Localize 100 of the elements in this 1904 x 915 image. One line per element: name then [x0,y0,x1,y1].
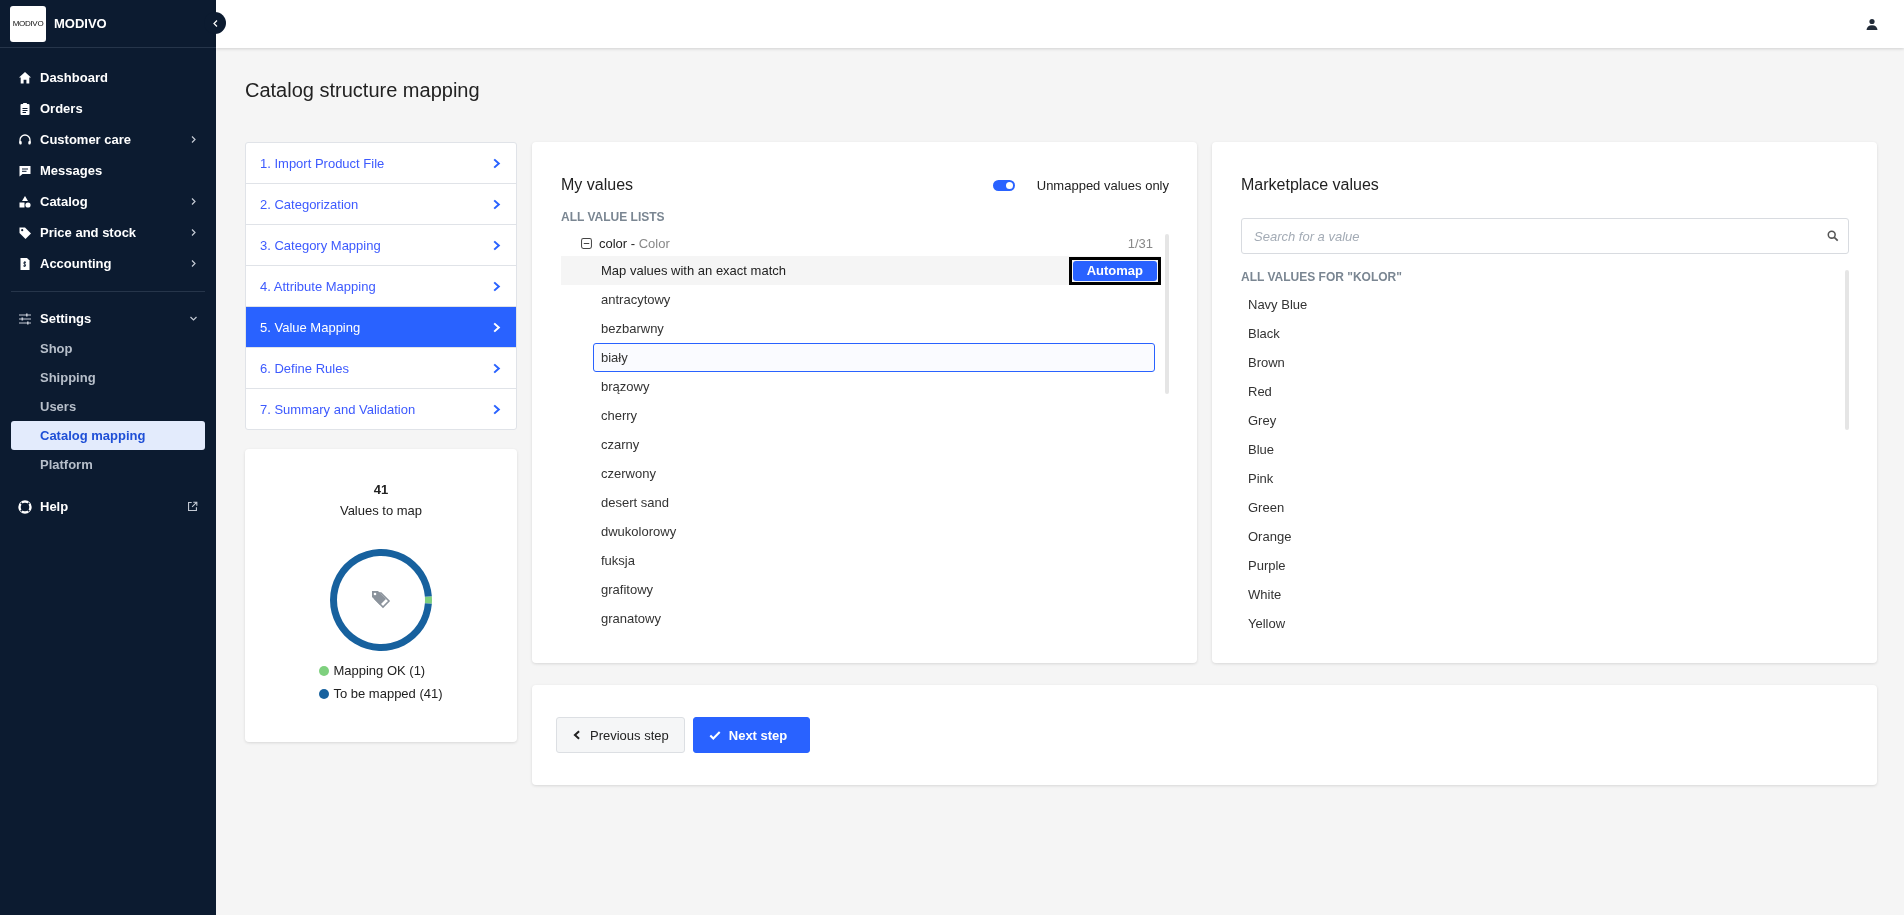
value-item[interactable]: Yellow [1241,609,1845,638]
settings-item[interactable]: Settings [0,303,216,334]
legend-label: Mapping OK (1) [333,663,426,678]
nav-item[interactable]: Catalog [0,186,216,217]
value-item[interactable]: bezbarwny [561,314,1165,343]
section-label: ALL VALUES FOR "KOLOR" [1241,270,1403,286]
group-count: 1/31 [1127,235,1154,251]
chevron-right-icon [491,280,502,292]
search-icon [1827,230,1839,242]
value-item[interactable]: antracytowy [561,285,1165,314]
value-item[interactable]: Pink [1241,464,1845,493]
step-link[interactable]: 1. Import Product File [246,143,516,184]
group-name[interactable]: color - Color [599,235,1121,251]
value-item[interactable]: grafitowy [561,575,1165,604]
invoice-icon [18,256,32,271]
nav-item[interactable]: Price and stock [0,217,216,248]
toggle-switch[interactable] [992,179,1015,191]
nav-item[interactable]: Customer care [0,124,216,155]
count-value: 41 [373,482,389,497]
nav-subitem[interactable]: Catalog mapping [11,421,205,450]
chevron-right-icon [491,157,502,169]
nav-label: Help [40,499,70,514]
legend-label: To be mapped (41) [333,686,443,701]
nav-item[interactable]: Accounting [0,248,216,279]
value-item[interactable]: White [1241,580,1845,609]
value-item[interactable]: dwukolorowy [561,517,1165,546]
value-item[interactable]: cherry [561,401,1165,430]
nav-label: Accounting [40,256,113,271]
next-step-button[interactable]: Next step [692,717,811,753]
value-item[interactable]: Red [1241,377,1845,406]
count-caption: Values to map [339,503,423,518]
sliders-icon [18,311,32,326]
value-item[interactable]: brązowy [561,372,1165,401]
chevron-right-icon [491,239,502,251]
logo-text: MODIVO [12,19,44,28]
step-link[interactable]: 6. Define Rules [246,348,516,389]
value-item[interactable]: Black [1241,319,1845,348]
chevron-left-icon [572,730,582,740]
brand-name: MODIVO [54,16,107,31]
value-item[interactable]: Blue [1241,435,1845,464]
automap-text: Map values with an exact match [601,263,786,278]
previous-step-button[interactable]: Previous step [556,717,685,753]
nav-item[interactable]: Dashboard [0,62,216,93]
check-icon [708,729,721,741]
value-item[interactable]: fuksja [561,546,1165,575]
nav-subitem[interactable]: Platform [11,450,205,479]
step-link[interactable]: 2. Categorization [246,184,516,225]
chevron-right-icon [189,228,198,237]
section-label: ALL VALUE LISTS [561,210,666,224]
home-icon [18,70,32,85]
automap-button[interactable]: Automap [1072,260,1157,281]
nav-item[interactable]: Orders [0,93,216,124]
chevron-right-icon [491,362,502,374]
panel-title: Marketplace values [1241,176,1379,194]
step-link[interactable]: 5. Value Mapping [246,307,516,348]
step-link[interactable]: 3. Category Mapping [246,225,516,266]
chevron-right-icon [491,403,502,415]
nav-subitem[interactable]: Users [11,392,205,421]
nav-label: Customer care [40,132,133,147]
value-item[interactable]: Purple [1241,551,1845,580]
nav-label: Price and stock [40,225,138,240]
value-item[interactable]: czerwony [561,459,1165,488]
value-item[interactable]: Green [1241,493,1845,522]
value-item[interactable]: Orange [1241,522,1845,551]
shapes-icon [18,194,32,209]
chevron-left-icon [210,18,220,28]
chevron-right-icon [491,321,502,333]
search-field[interactable]: Search for a value [1241,218,1849,254]
lifebuoy-icon [18,499,32,514]
nav-label: Settings [40,311,93,326]
value-item[interactable]: czarny [561,430,1165,459]
external-link-icon [187,501,198,512]
nav-label: Messages [40,163,104,178]
value-item[interactable]: Brown [1241,348,1845,377]
nav-label: Dashboard [40,70,109,85]
nav-subitem[interactable]: Shipping [11,363,205,392]
step-link[interactable]: 7. Summary and Validation [246,389,516,429]
nav-item[interactable]: Messages [0,155,216,186]
value-item[interactable]: desert sand [561,488,1165,517]
user-icon[interactable] [1866,18,1878,30]
chevron-down-icon [189,314,198,323]
value-item[interactable]: Navy Blue [1241,290,1845,319]
value-item[interactable]: biały [593,343,1155,372]
help-item[interactable]: Help [0,491,216,522]
chevron-right-icon [189,135,198,144]
value-item[interactable]: granatowy [561,604,1165,630]
tag-icon [18,225,32,240]
nav-label: Catalog [40,194,89,209]
chevron-right-icon [189,259,198,268]
chat-icon [18,163,32,178]
value-item[interactable]: Grey [1241,406,1845,435]
collapse-icon[interactable] [581,237,592,249]
panel-title: My values [561,176,634,194]
nav-subitem[interactable]: Shop [11,334,205,363]
page-title: Catalog structure mapping [245,78,481,102]
nav-label: Orders [40,101,84,116]
chevron-right-icon [491,198,502,210]
clipboard-icon [18,101,32,116]
tags-icon [370,590,392,610]
toggle-label: Unmapped values only [1036,177,1169,193]
